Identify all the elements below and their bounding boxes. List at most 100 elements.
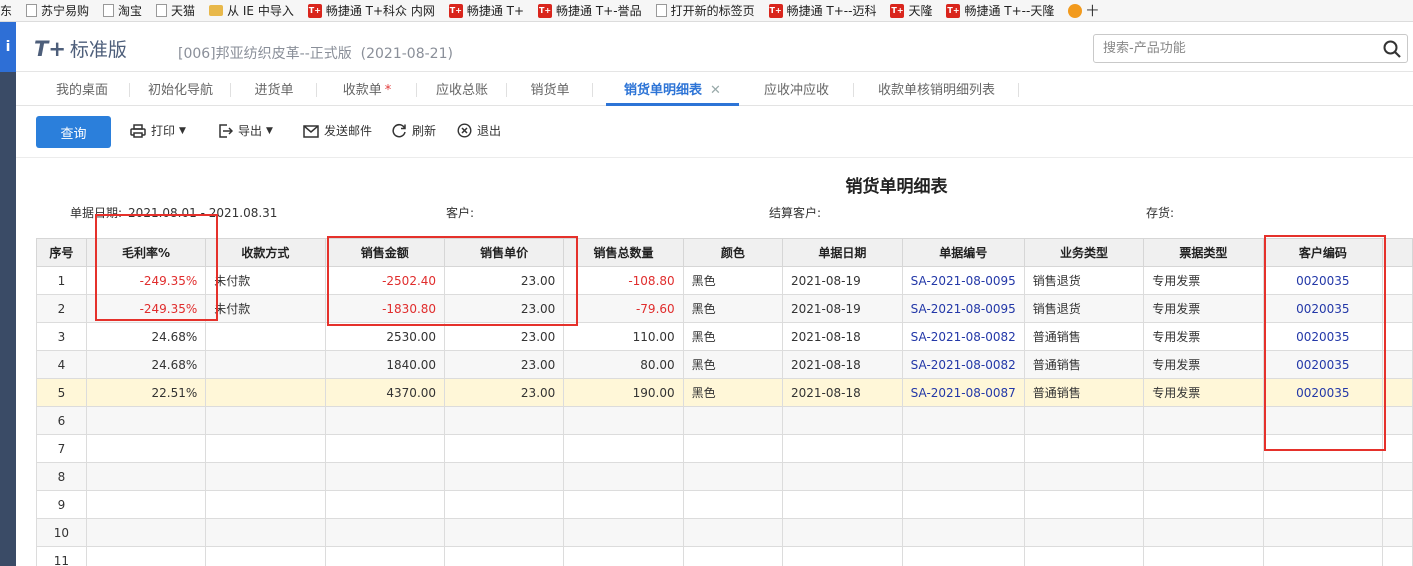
chevron-down-icon: ▼ [266, 125, 273, 136]
tab-item[interactable]: 初始化导航 [130, 72, 231, 106]
print-button[interactable]: 打印 ▼ [130, 122, 186, 139]
column-header[interactable]: 销售金额 [324, 238, 446, 267]
cell-customer-code[interactable]: 0020035 [1262, 378, 1384, 407]
table-row[interactable]: 9 [36, 490, 1413, 519]
cell-date [782, 518, 903, 547]
cell-qty [563, 518, 684, 547]
cell-customer-code[interactable] [1262, 518, 1384, 547]
cell-biz-type: 销售退货 [1023, 266, 1145, 295]
cell-doc-no[interactable]: SA-2021-08-0087 [901, 378, 1025, 407]
column-header[interactable]: 业务类型 [1023, 238, 1145, 267]
tab-item[interactable]: 销货单 [507, 72, 593, 106]
table-row[interactable]: 4 24.68% 1840.00 23.00 80.00 黑色 2021-08-18 SA-2… [36, 350, 1413, 379]
cell-doc-no[interactable]: SA-2021-08-0095 [901, 294, 1025, 323]
table-row[interactable]: 3 24.68% 2530.00 23.00 110.00 黑色 2021-08-18 SA-… [36, 322, 1413, 351]
cell-customer-code[interactable]: 0020035 [1262, 266, 1384, 295]
cell-doc-no[interactable] [901, 434, 1025, 463]
cell-filler [1382, 490, 1413, 519]
cell-doc-no[interactable] [901, 518, 1025, 547]
search-input[interactable] [1094, 35, 1364, 62]
cell-doc-no[interactable]: SA-2021-08-0082 [901, 350, 1025, 379]
bookmark-item[interactable]: 从 IE 中导入 [209, 2, 294, 19]
export-button[interactable]: 导出 ▼ [218, 122, 273, 139]
cell-biz-type [1023, 406, 1145, 435]
column-header[interactable]: 票据类型 [1143, 238, 1264, 267]
column-header[interactable]: 客户编码 [1262, 238, 1384, 267]
table-row[interactable]: 7 [36, 434, 1413, 463]
bookmark-item[interactable]: 苏宁易购 [26, 2, 89, 19]
bookmark-item[interactable]: T+ 畅捷通 T+ [448, 2, 524, 19]
export-label: 导出 [238, 124, 263, 138]
cell-payment [205, 518, 326, 547]
tplus-icon: T+ [307, 3, 322, 18]
close-icon[interactable]: ✕ [710, 83, 721, 98]
table-row[interactable]: 10 [36, 518, 1413, 547]
cell-customer-code[interactable]: 0020035 [1262, 350, 1384, 379]
cell-doc-no[interactable] [901, 490, 1025, 519]
cell-customer-code[interactable] [1262, 546, 1384, 566]
cell-doc-no[interactable] [901, 546, 1025, 566]
column-header[interactable]: 单据日期 [782, 238, 903, 267]
tab-item[interactable]: 我的桌面 [34, 72, 130, 106]
bookmark-item[interactable]: 东 [0, 2, 12, 19]
cell-customer-code[interactable] [1262, 434, 1384, 463]
cell-doc-no[interactable] [901, 462, 1025, 491]
tab-item[interactable]: 进货单 [231, 72, 317, 106]
bookmark-item[interactable]: T+ 畅捷通 T+--天隆 [946, 2, 1054, 19]
tab-divider [1018, 83, 1019, 97]
bookmark-item[interactable]: T+ 天隆 [890, 2, 932, 19]
tab-item[interactable]: 应收总账 [417, 72, 507, 106]
tab-item[interactable]: 收款单 * [317, 72, 417, 106]
column-header[interactable]: 销售总数量 [563, 238, 684, 267]
column-header[interactable]: 单据编号 [901, 238, 1025, 267]
filter-inventory-label: 存货: [1146, 206, 1175, 220]
bookmark-item[interactable]: 十 [1068, 2, 1098, 19]
query-button[interactable]: 查询 [36, 116, 111, 148]
bookmark-item[interactable]: T+ 畅捷通 T+-誉品 [538, 2, 642, 19]
column-header[interactable]: 收款方式 [205, 238, 326, 267]
cell-customer-code[interactable] [1262, 406, 1384, 435]
column-header[interactable]: 颜色 [682, 238, 784, 267]
search-icon[interactable] [1382, 39, 1402, 59]
cell-payment [205, 434, 326, 463]
table-row[interactable]: 8 [36, 462, 1413, 491]
cell-customer-code[interactable] [1262, 490, 1384, 519]
tab-item[interactable]: 收款单核销明细列表 [854, 72, 1019, 106]
cell-doc-no[interactable]: SA-2021-08-0082 [901, 322, 1025, 351]
table-row[interactable]: 11 [36, 546, 1413, 566]
bookmark-item[interactable]: T+ 畅捷通 T+--迈科 [768, 2, 876, 19]
send-mail-button[interactable]: 发送邮件 [303, 122, 372, 139]
cell-margin [85, 518, 207, 547]
column-header[interactable]: 毛利率% [85, 238, 207, 267]
table-row[interactable]: 5 22.51% 4370.00 23.00 190.00 黑色 2021-08-18 SA-… [36, 378, 1413, 407]
cell-doc-no[interactable] [901, 406, 1025, 435]
sidebar-toggle[interactable]: i [0, 22, 16, 72]
cell-payment [205, 350, 326, 379]
exit-button[interactable]: 退出 [457, 122, 501, 139]
table-row[interactable]: 1 -249.35% 未付款 -2502.40 23.00 -108.80 黑色 2021-0… [36, 266, 1413, 295]
tab-item[interactable]: 销货单明细表 ✕ [606, 72, 739, 106]
cell-doc-no[interactable]: SA-2021-08-0095 [901, 266, 1025, 295]
cell-customer-code[interactable]: 0020035 [1262, 294, 1384, 323]
cell-biz-type: 普通销售 [1023, 378, 1145, 407]
column-header[interactable]: 序号 [36, 238, 87, 267]
cell-qty [563, 406, 684, 435]
cell-customer-code[interactable] [1262, 462, 1384, 491]
column-header[interactable]: 销售单价 [444, 238, 565, 267]
cell-margin [85, 462, 207, 491]
refresh-button[interactable]: 刷新 [392, 122, 436, 139]
tab-label: 初始化导航 [147, 83, 213, 98]
bookmark-item[interactable]: 天猫 [156, 2, 195, 19]
bookmark-item[interactable]: T+ 畅捷通 T+科众 内网 [307, 2, 435, 19]
cell-price [444, 490, 565, 519]
bookmark-item[interactable]: 淘宝 [103, 2, 142, 19]
tab-item[interactable]: 应收冲应收 [739, 72, 854, 106]
cell-color: 黑色 [682, 294, 784, 323]
cell-color: 黑色 [682, 322, 784, 351]
cell-price [444, 434, 565, 463]
cell-date [782, 462, 903, 491]
table-row[interactable]: 6 [36, 406, 1413, 435]
table-row[interactable]: 2 -249.35% 未付款 -1830.80 23.00 -79.60 黑色 2021-08… [36, 294, 1413, 323]
cell-customer-code[interactable]: 0020035 [1262, 322, 1384, 351]
bookmark-item[interactable]: 打开新的标签页 [655, 2, 755, 19]
